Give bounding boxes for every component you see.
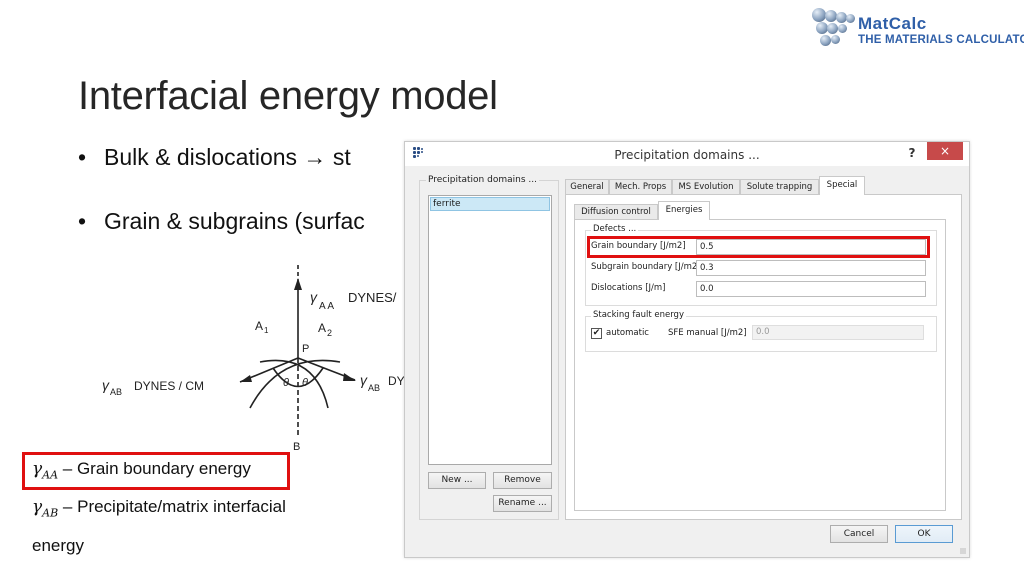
special-tab-panel: Diffusion control Energies Defects ... G… xyxy=(565,194,962,520)
subtab-row: Diffusion control Energies xyxy=(574,201,944,220)
legend-continuation: energy xyxy=(32,536,84,555)
grain-boundary-highlight xyxy=(587,236,930,258)
legend-text: – Grain boundary energy xyxy=(58,459,251,478)
help-button[interactable]: ? xyxy=(903,144,921,162)
tab-mech-props[interactable]: Mech. Props xyxy=(609,179,672,194)
bullet-dot: • xyxy=(78,144,87,170)
label-theta-right: θ xyxy=(302,377,308,389)
domain-tabs: General Mech. Props MS Evolution Solute … xyxy=(565,176,962,520)
tab-row: General Mech. Props MS Evolution Solute … xyxy=(565,176,962,195)
dislocations-row: Dislocations [J/m] 0.0 xyxy=(591,281,931,297)
sfe-manual-label: SFE manual [J/m2] xyxy=(668,328,747,338)
subgrain-boundary-row: Subgrain boundary [J/m2] 0.3 xyxy=(591,260,931,276)
defects-group: Defects ... Grain boundary [J/m2] 0.5 Su… xyxy=(585,224,937,306)
defects-group-label: Defects ... xyxy=(591,224,639,234)
subgrain-boundary-label: Subgrain boundary [J/m2] xyxy=(591,262,701,272)
label-b: B xyxy=(293,441,300,453)
dislocations-label: Dislocations [J/m] xyxy=(591,283,666,293)
right-particle-arc xyxy=(259,359,329,409)
interfacial-tension-diagram: γ A A DYNES/ A 1 A 2 P θ θ γ AB DYNES / … xyxy=(102,265,405,453)
sfe-manual-input: 0.0 xyxy=(752,325,924,340)
subtab-diffusion-control[interactable]: Diffusion control xyxy=(574,204,658,219)
label-theta-left: θ xyxy=(283,377,289,389)
label-dynes-top: DYNES/ xyxy=(348,290,397,305)
bullet-text: Grain & subgrains (surfac xyxy=(104,208,365,234)
subgrain-boundary-input[interactable]: 0.3 xyxy=(696,260,926,276)
label-gamma-ab-right-sub: AB xyxy=(368,383,380,393)
label-gamma-ab-left-sub: AB xyxy=(110,387,122,397)
bullet-bulk-dislocations: • Bulk & dislocations → st xyxy=(78,144,351,171)
gamma-symbol: γAA xyxy=(32,459,59,482)
resize-grip-icon[interactable] xyxy=(960,548,966,554)
label-a1: A xyxy=(255,319,263,333)
label-gamma-ab-left: γ xyxy=(102,377,110,393)
label-p: P xyxy=(302,343,309,355)
label-gamma-aa: γ xyxy=(310,289,318,305)
label-dynes-right: DY xyxy=(388,374,405,388)
domains-group-label: Precipitation domains ... xyxy=(426,175,539,185)
energies-panel: Defects ... Grain boundary [J/m2] 0.5 Su… xyxy=(574,219,946,511)
label-gamma-aa-sub: A A xyxy=(319,301,334,312)
label-a1-sub: 1 xyxy=(264,326,269,335)
domains-group: Precipitation domains ... ferrite New ..… xyxy=(419,175,559,520)
precipitation-domains-dialog: Precipitation domains ... ? × Precipitat… xyxy=(404,141,970,558)
legend-text: – Precipitate/matrix interfacial xyxy=(58,497,286,516)
bullet-grain-subgrains: • Grain & subgrains (surfac xyxy=(78,208,365,235)
subtab-energies[interactable]: Energies xyxy=(658,201,710,220)
arrowhead-right xyxy=(343,373,356,381)
tab-solute-trapping[interactable]: Solute trapping xyxy=(740,179,819,194)
close-button[interactable]: × xyxy=(927,142,963,160)
domains-list[interactable]: ferrite xyxy=(428,195,552,465)
stacking-fault-group-label: Stacking fault energy xyxy=(591,310,686,320)
automatic-checkbox[interactable]: ✔ xyxy=(591,328,602,339)
automatic-label: automatic xyxy=(606,328,649,338)
rename-domain-button[interactable]: Rename ... xyxy=(493,495,552,512)
dialog-titlebar[interactable]: Precipitation domains ... ? × xyxy=(405,142,969,166)
legend-gamma-ab: γAB – Precipitate/matrix interfacial xyxy=(32,497,286,519)
tab-ms-evolution[interactable]: MS Evolution xyxy=(672,179,740,194)
tab-special[interactable]: Special xyxy=(819,176,865,195)
matcalc-logo: MatCalc The Materials Calculator xyxy=(812,6,1024,54)
cancel-button[interactable]: Cancel xyxy=(830,525,888,543)
logo-title: MatCalc xyxy=(858,14,927,33)
tab-general[interactable]: General xyxy=(565,179,609,194)
label-gamma-ab-right: γ xyxy=(360,372,368,388)
arrowhead-left xyxy=(240,375,252,382)
bullet-dot: • xyxy=(78,208,87,234)
dislocations-input[interactable]: 0.0 xyxy=(696,281,926,297)
domain-item-ferrite[interactable]: ferrite xyxy=(430,197,550,211)
ok-button[interactable]: OK xyxy=(895,525,953,543)
arrowhead-up xyxy=(294,278,302,290)
label-a2: A xyxy=(318,321,326,335)
label-dynes-left: DYNES / CM xyxy=(134,379,204,393)
bullet-text: Bulk & dislocations → st xyxy=(104,144,351,170)
gamma-symbol: γAB xyxy=(32,497,59,520)
legend-gamma-aa: γAA – Grain boundary energy xyxy=(32,459,251,481)
remove-domain-button[interactable]: Remove xyxy=(493,472,552,489)
dialog-title: Precipitation domains ... xyxy=(614,148,760,162)
new-domain-button[interactable]: New ... xyxy=(428,472,486,489)
label-a2-sub: 2 xyxy=(327,328,332,338)
logo-spheres-icon xyxy=(812,8,856,52)
stacking-fault-group: Stacking fault energy ✔ automatic SFE ma… xyxy=(585,310,937,352)
slide-title: Interfacial energy model xyxy=(78,74,498,118)
logo-subtitle: The Materials Calculator xyxy=(858,34,1024,46)
